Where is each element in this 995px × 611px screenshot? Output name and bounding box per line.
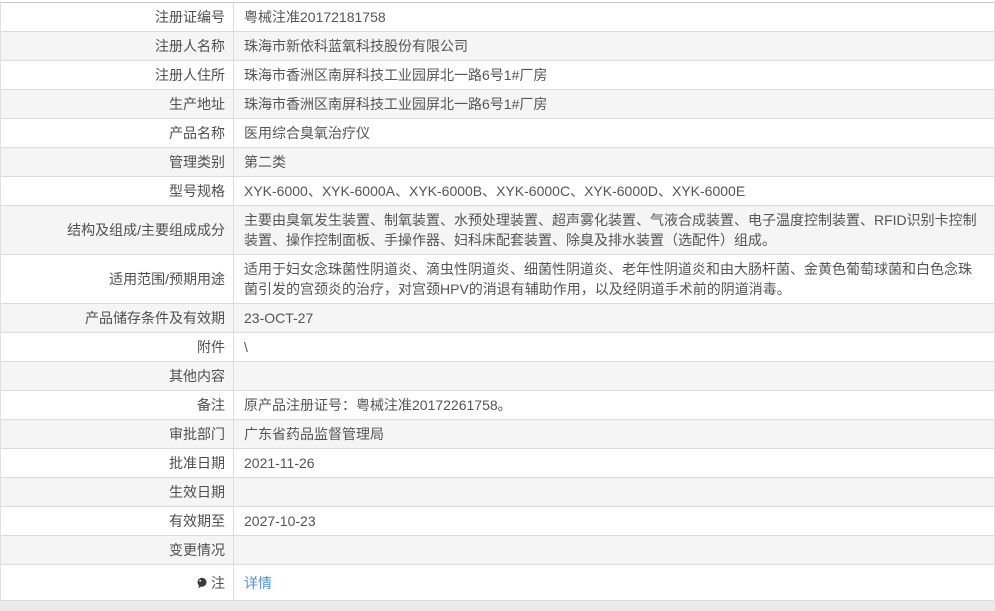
row-value: 珠海市新依科蓝氧科技股份有限公司	[244, 38, 468, 54]
row-value: 原产品注册证号：粤械注准20172261758。	[244, 397, 512, 413]
table-row: 其他内容	[1, 362, 994, 391]
row-value-cell: 粤械注准20172181758	[234, 3, 994, 31]
row-label: 注	[1, 565, 234, 600]
row-label: 型号规格	[1, 177, 234, 205]
row-label: 变更情况	[1, 536, 234, 564]
row-value: 珠海市香洲区南屏科技工业园屏北一路6号1#厂房	[244, 96, 548, 112]
table-row: 生产地址 珠海市香洲区南屏科技工业园屏北一路6号1#厂房	[1, 90, 994, 119]
row-value-cell: XYK-6000、XYK-6000A、XYK-6000B、XYK-6000C、X…	[234, 177, 994, 205]
row-label: 注册证编号	[1, 3, 234, 31]
row-label: 审批部门	[1, 420, 234, 448]
row-value: 珠海市香洲区南屏科技工业园屏北一路6号1#厂房	[244, 67, 548, 83]
table-row: 注 详情	[1, 565, 994, 601]
row-label: 管理类别	[1, 148, 234, 176]
table-row: 备注 原产品注册证号：粤械注准20172261758。	[1, 391, 994, 420]
table-row: 产品名称 医用综合臭氧治疗仪	[1, 119, 994, 148]
detail-link[interactable]: 详情	[244, 573, 272, 593]
registration-info-table: 注册证编号 粤械注准20172181758 注册人名称 珠海市新依科蓝氧科技股份…	[0, 2, 995, 601]
row-value: 主要由臭氧发生装置、制氧装置、水预处理装置、超声雾化装置、气液合成装置、电子温度…	[244, 212, 977, 248]
row-label: 有效期至	[1, 507, 234, 535]
row-value-cell	[234, 478, 994, 506]
table-row: 生效日期	[1, 478, 994, 507]
row-label: 注册人名称	[1, 32, 234, 60]
row-value-cell: 广东省药品监督管理局	[234, 420, 994, 448]
row-value: 第二类	[244, 154, 286, 170]
row-label: 生效日期	[1, 478, 234, 506]
row-value-cell: \	[234, 333, 994, 361]
table-row: 适用范围/预期用途 适用于妇女念珠菌性阴道炎、滴虫性阴道炎、细菌性阴道炎、老年性…	[1, 255, 994, 304]
row-label: 产品储存条件及有效期	[1, 304, 234, 332]
row-value-cell: 详情	[234, 565, 994, 600]
row-value: 23-OCT-27	[244, 310, 314, 326]
row-value-cell: 珠海市新依科蓝氧科技股份有限公司	[234, 32, 994, 60]
table-row: 结构及组成/主要组成成分 主要由臭氧发生装置、制氧装置、水预处理装置、超声雾化装…	[1, 206, 994, 255]
row-label: 产品名称	[1, 119, 234, 147]
row-label: 备注	[1, 391, 234, 419]
row-value: 广东省药品监督管理局	[244, 426, 384, 442]
row-value-cell: 23-OCT-27	[234, 304, 994, 332]
table-row: 附件 \	[1, 333, 994, 362]
row-value: 2021-11-26	[244, 455, 315, 471]
row-value: XYK-6000、XYK-6000A、XYK-6000B、XYK-6000C、X…	[244, 183, 746, 199]
row-value-cell	[234, 536, 994, 564]
row-value: 医用综合臭氧治疗仪	[244, 125, 370, 141]
table-row: 型号规格 XYK-6000、XYK-6000A、XYK-6000B、XYK-60…	[1, 177, 994, 206]
row-label: 注册人住所	[1, 61, 234, 89]
table-row: 审批部门 广东省药品监督管理局	[1, 420, 994, 449]
row-value-cell: 第二类	[234, 148, 994, 176]
row-value-cell: 2021-11-26	[234, 449, 994, 477]
row-label: 适用范围/预期用途	[1, 255, 234, 303]
table-row: 注册人住所 珠海市香洲区南屏科技工业园屏北一路6号1#厂房	[1, 61, 994, 90]
table-row: 批准日期 2021-11-26	[1, 449, 994, 478]
row-label: 批准日期	[1, 449, 234, 477]
table-row: 管理类别 第二类	[1, 148, 994, 177]
table-row: 注册证编号 粤械注准20172181758	[1, 3, 994, 32]
page-background-strip	[0, 601, 995, 611]
row-label: 附件	[1, 333, 234, 361]
row-value-cell: 珠海市香洲区南屏科技工业园屏北一路6号1#厂房	[234, 90, 994, 118]
row-value-cell: 适用于妇女念珠菌性阴道炎、滴虫性阴道炎、细菌性阴道炎、老年性阴道炎和由大肠杆菌、…	[234, 255, 994, 303]
row-value: \	[244, 339, 248, 355]
row-value-cell	[234, 362, 994, 390]
row-label: 其他内容	[1, 362, 234, 390]
row-value-cell: 主要由臭氧发生装置、制氧装置、水预处理装置、超声雾化装置、气液合成装置、电子温度…	[234, 206, 994, 254]
row-value: 适用于妇女念珠菌性阴道炎、滴虫性阴道炎、细菌性阴道炎、老年性阴道炎和由大肠杆菌、…	[244, 261, 972, 297]
row-value-cell: 珠海市香洲区南屏科技工业园屏北一路6号1#厂房	[234, 61, 994, 89]
row-value-cell: 2027-10-23	[234, 507, 994, 535]
row-value-cell: 医用综合臭氧治疗仪	[234, 119, 994, 147]
table-row: 变更情况	[1, 536, 994, 565]
speech-balloon-icon	[197, 577, 207, 588]
table-row: 产品储存条件及有效期 23-OCT-27	[1, 304, 994, 333]
row-label: 生产地址	[1, 90, 234, 118]
row-value: 2027-10-23	[244, 513, 316, 529]
registration-detail-page: 注册证编号 粤械注准20172181758 注册人名称 珠海市新依科蓝氧科技股份…	[0, 2, 995, 611]
table-row: 注册人名称 珠海市新依科蓝氧科技股份有限公司	[1, 32, 994, 61]
table-row: 有效期至 2027-10-23	[1, 507, 994, 536]
row-value-cell: 原产品注册证号：粤械注准20172261758。	[234, 391, 994, 419]
row-label: 结构及组成/主要组成成分	[1, 206, 234, 254]
row-value: 粤械注准20172181758	[244, 9, 386, 25]
